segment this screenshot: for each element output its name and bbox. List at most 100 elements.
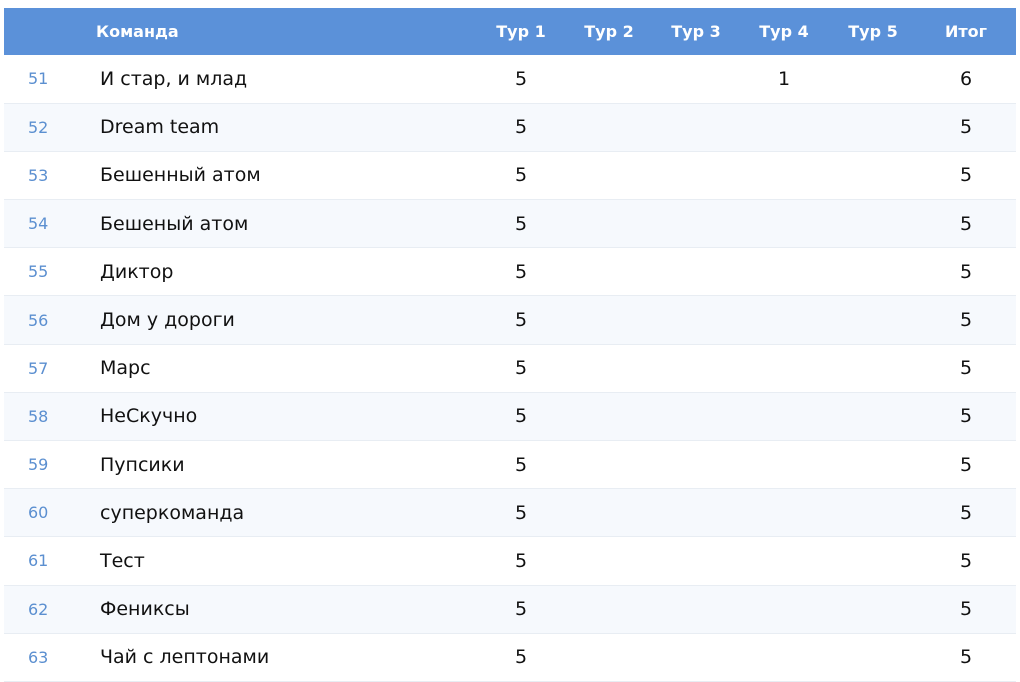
tour-4-score xyxy=(738,585,830,633)
total-score: 5 xyxy=(959,212,973,235)
tour-2-score xyxy=(564,151,654,199)
row-number: 61 xyxy=(28,551,49,571)
total-score: 5 xyxy=(959,309,973,332)
tour-5-score xyxy=(830,151,916,199)
tour-2-score xyxy=(564,392,654,440)
header-team[interactable]: Команда xyxy=(94,8,478,55)
table-row: 53 Бешенный атом 5 5 xyxy=(4,151,1016,200)
tour-1-score: 5 xyxy=(514,357,528,380)
table-header-row: Команда Тур 1 Тур 2 Тур 3 Тур 4 Тур 5 Ит… xyxy=(4,8,1016,55)
table-row: 55 Диктор 5 5 xyxy=(4,248,1016,296)
team-name: Фениксы xyxy=(100,598,190,621)
team-name: Марс xyxy=(100,357,151,380)
tour-2-score xyxy=(564,585,654,633)
row-number: 63 xyxy=(28,647,49,667)
table-row: 61 Тест 5 5 xyxy=(4,537,1016,586)
header-tour-4[interactable]: Тур 4 xyxy=(738,8,830,55)
row-number: 58 xyxy=(28,406,49,426)
tour-2-score xyxy=(564,200,654,248)
tour-1-score: 5 xyxy=(514,116,528,139)
tour-3-score xyxy=(654,537,738,585)
table-row: 58 НеСкучно 5 5 xyxy=(4,392,1016,441)
tour-4-score xyxy=(738,200,830,248)
tour-5-score xyxy=(830,585,916,633)
tour-1-score: 5 xyxy=(514,501,528,524)
tour-2-score xyxy=(564,344,654,392)
tour-5-score xyxy=(830,296,916,344)
tour-2-score xyxy=(564,55,654,103)
table-row: 60 суперкоманда 5 5 xyxy=(4,488,1016,537)
tour-1-score: 5 xyxy=(514,405,528,428)
header-tour-1[interactable]: Тур 1 xyxy=(478,8,564,55)
tour-4-score xyxy=(738,296,830,344)
tour-4-score xyxy=(738,489,830,537)
row-number: 56 xyxy=(28,310,49,330)
tour-1-score: 5 xyxy=(514,453,528,476)
tour-2-score xyxy=(564,633,654,681)
team-name: НеСкучно xyxy=(100,405,198,428)
tour-3-score xyxy=(654,151,738,199)
row-number: 51 xyxy=(28,69,49,89)
tour-3-score xyxy=(654,248,738,296)
tour-4-score: 1 xyxy=(777,67,791,90)
results-table: Команда Тур 1 Тур 2 Тур 3 Тур 4 Тур 5 Ит… xyxy=(4,8,1016,682)
tour-5-score xyxy=(830,200,916,248)
total-score: 5 xyxy=(959,549,973,572)
tour-4-score xyxy=(738,103,830,151)
tour-5-score xyxy=(830,633,916,681)
header-tour-2[interactable]: Тур 2 xyxy=(564,8,654,55)
tour-4-score xyxy=(738,344,830,392)
tour-3-score xyxy=(654,392,738,440)
team-name: Пупсики xyxy=(100,453,185,476)
tour-3-score xyxy=(654,296,738,344)
tour-5-score xyxy=(830,392,916,440)
team-name: Диктор xyxy=(100,260,174,283)
row-number: 57 xyxy=(28,358,49,378)
row-number: 59 xyxy=(28,455,49,475)
tour-1-score: 5 xyxy=(514,260,528,283)
team-name: Бешенный атом xyxy=(100,164,261,187)
tour-1-score: 5 xyxy=(514,164,528,187)
header-total[interactable]: Итог xyxy=(916,8,1016,55)
team-name: Бешеный атом xyxy=(100,212,249,235)
tour-1-score: 5 xyxy=(514,549,528,572)
tour-4-score xyxy=(738,392,830,440)
tour-5-score xyxy=(830,344,916,392)
total-score: 5 xyxy=(959,501,973,524)
tour-1-score: 5 xyxy=(514,309,528,332)
tour-4-score xyxy=(738,151,830,199)
team-name: Dream team xyxy=(100,116,220,139)
header-tour-3[interactable]: Тур 3 xyxy=(654,8,738,55)
table-row: 57 Марс 5 5 xyxy=(4,344,1016,393)
table-row: 52 Dream team 5 5 xyxy=(4,103,1016,152)
total-score: 5 xyxy=(959,453,973,476)
tour-5-score xyxy=(830,55,916,103)
tour-3-score xyxy=(654,489,738,537)
tour-4-score xyxy=(738,633,830,681)
tour-1-score: 5 xyxy=(514,598,528,621)
results-table-container: Команда Тур 1 Тур 2 Тур 3 Тур 4 Тур 5 Ит… xyxy=(4,8,1016,682)
tour-4-score xyxy=(738,441,830,489)
row-number: 52 xyxy=(28,117,49,137)
tour-5-score xyxy=(830,537,916,585)
total-score: 6 xyxy=(959,67,973,90)
total-score: 5 xyxy=(959,116,973,139)
team-name: И стар, и млад xyxy=(100,67,248,90)
tour-1-score: 5 xyxy=(514,212,528,235)
tour-4-score xyxy=(738,248,830,296)
header-tour-5[interactable]: Тур 5 xyxy=(830,8,916,55)
team-name: Дом у дороги xyxy=(100,309,235,332)
total-score: 5 xyxy=(959,646,973,669)
row-number: 53 xyxy=(28,165,49,185)
tour-1-score: 5 xyxy=(514,67,528,90)
tour-4-score xyxy=(738,537,830,585)
team-name: суперкоманда xyxy=(100,501,245,524)
table-row: 56 Дом у дороги 5 5 xyxy=(4,295,1016,345)
tour-5-score xyxy=(830,441,916,489)
tour-2-score xyxy=(564,296,654,344)
table-row: 62 Фениксы 5 5 xyxy=(4,585,1016,634)
row-number: 55 xyxy=(28,262,49,282)
row-number: 54 xyxy=(28,214,49,234)
tour-2-score xyxy=(564,489,654,537)
total-score: 5 xyxy=(959,357,973,380)
